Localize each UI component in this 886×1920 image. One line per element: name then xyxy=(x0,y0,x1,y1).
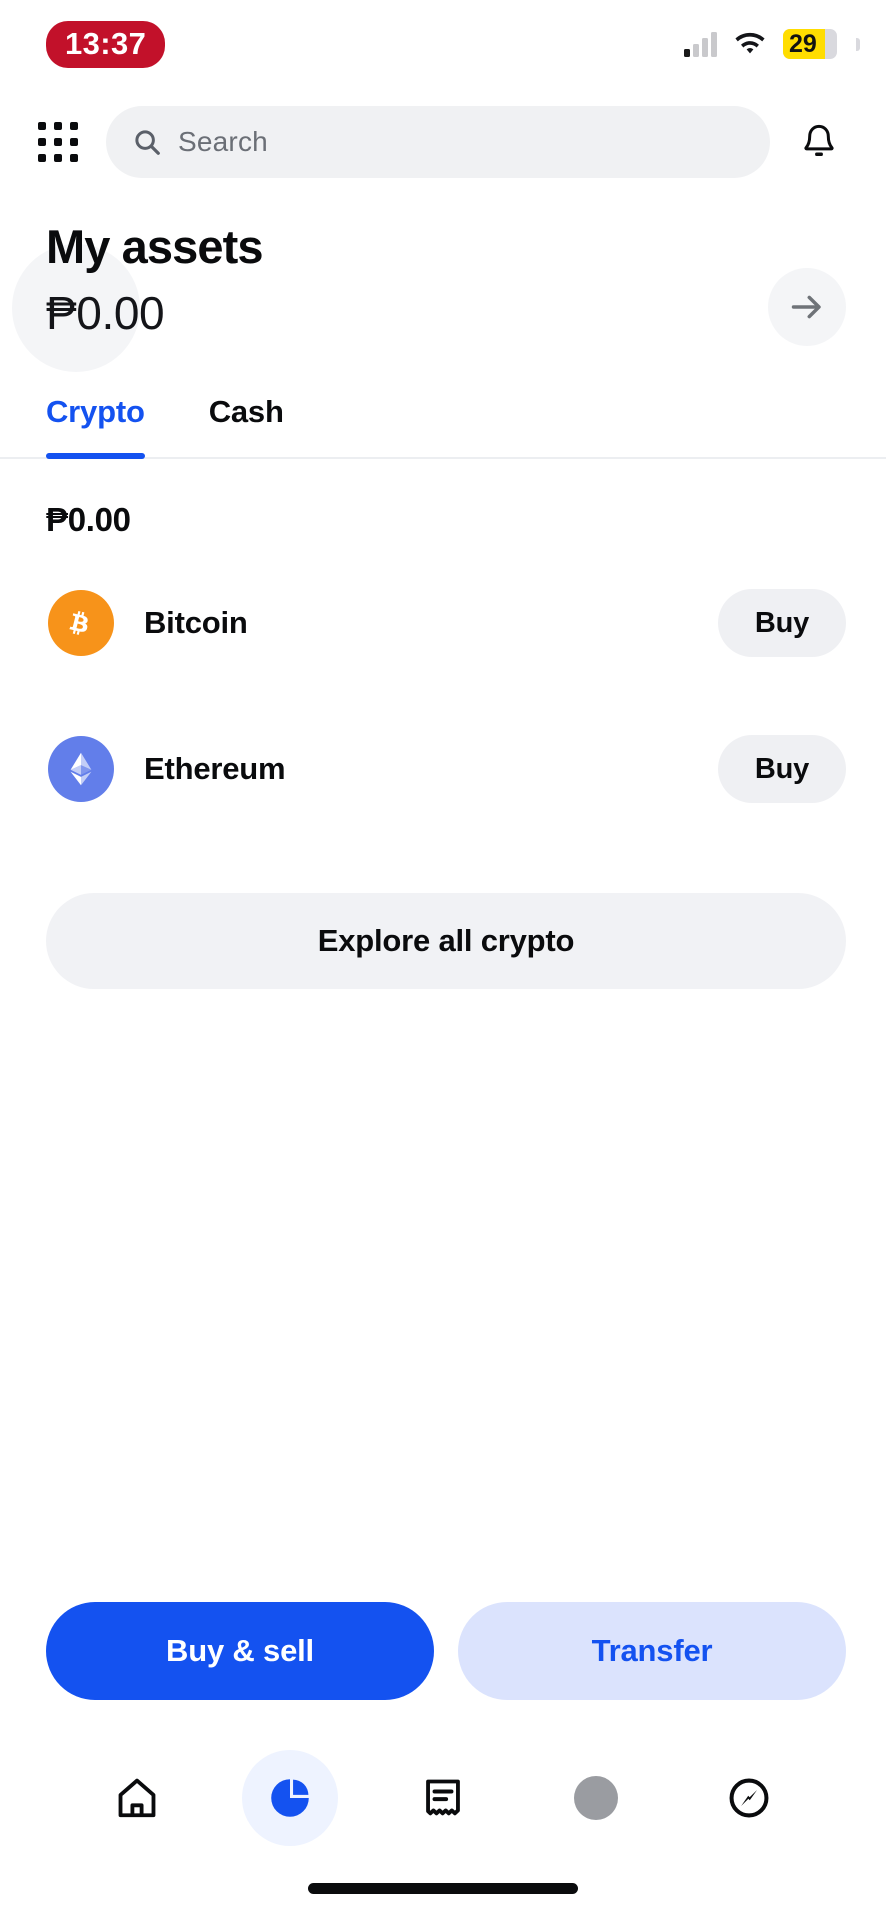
receipt-icon xyxy=(426,1779,460,1816)
status-clock: 13:37 xyxy=(46,20,166,68)
crypto-list: ₱0.00 Bitcoin Buy Ethereum Buy Explore a… xyxy=(0,459,886,1602)
status-bar: 13:37 29 xyxy=(0,0,886,88)
explore-all-crypto-button[interactable]: Explore all crypto xyxy=(46,893,846,989)
wifi-icon xyxy=(735,32,765,54)
list-item[interactable]: Bitcoin Buy xyxy=(46,561,846,685)
pie-chart-icon xyxy=(270,1779,309,1817)
app-screen: 13:37 29 Search My assets ₱0.00 Crypto C… xyxy=(0,0,886,1920)
transfer-button[interactable]: Transfer xyxy=(458,1602,846,1700)
battery-cap xyxy=(856,37,860,51)
compass-icon xyxy=(729,1778,769,1818)
nav-item-portfolio[interactable] xyxy=(241,1750,338,1846)
crypto-total-balance: ₱0.00 xyxy=(46,501,131,538)
buy-and-sell-button[interactable]: Buy & sell xyxy=(46,1602,434,1700)
arrow-right-icon xyxy=(791,295,821,319)
nav-item-profile[interactable] xyxy=(548,1750,644,1846)
cellular-signal-icon xyxy=(684,31,717,57)
bitcoin-logo-icon xyxy=(48,590,114,656)
battery-level: 29 xyxy=(789,29,817,58)
ethereum-logo-icon xyxy=(48,736,114,802)
primary-actions: Buy & sell Transfer xyxy=(0,1602,886,1700)
nav-item-home[interactable] xyxy=(89,1750,185,1846)
hero-text-block: My assets ₱0.00 xyxy=(46,220,264,339)
search-icon xyxy=(135,130,160,155)
status-indicators: 29 xyxy=(684,29,860,59)
buy-button-ethereum[interactable]: Buy xyxy=(718,735,846,803)
bell-icon xyxy=(804,124,834,156)
tab-crypto[interactable]: Crypto xyxy=(46,394,145,459)
asset-type-tabs: Crypto Cash xyxy=(0,394,886,459)
buy-button-bitcoin[interactable]: Buy xyxy=(718,589,846,657)
notifications-button[interactable] xyxy=(792,115,846,169)
page-title: My assets xyxy=(46,220,264,273)
nav-item-explore[interactable] xyxy=(701,1750,797,1846)
search-placeholder: Search xyxy=(178,126,268,157)
app-header: Search xyxy=(0,88,886,196)
search-input[interactable]: Search xyxy=(106,106,770,178)
tab-cash[interactable]: Cash xyxy=(209,394,284,457)
battery-indicator: 29 xyxy=(783,29,837,59)
apps-grid-icon[interactable] xyxy=(32,116,84,168)
total-balance: ₱0.00 xyxy=(46,286,165,339)
asset-name: Bitcoin xyxy=(144,605,248,640)
bottom-navigation xyxy=(0,1740,886,1856)
asset-name: Ethereum xyxy=(144,751,286,786)
view-assets-button[interactable] xyxy=(768,268,846,346)
my-assets-hero: My assets ₱0.00 xyxy=(0,196,886,372)
nav-item-transactions[interactable] xyxy=(395,1750,491,1846)
home-indicator-area xyxy=(0,1856,886,1920)
home-indicator[interactable] xyxy=(308,1882,578,1894)
list-item[interactable]: Ethereum Buy xyxy=(46,707,846,831)
avatar xyxy=(574,1776,619,1820)
home-icon xyxy=(118,1778,155,1818)
